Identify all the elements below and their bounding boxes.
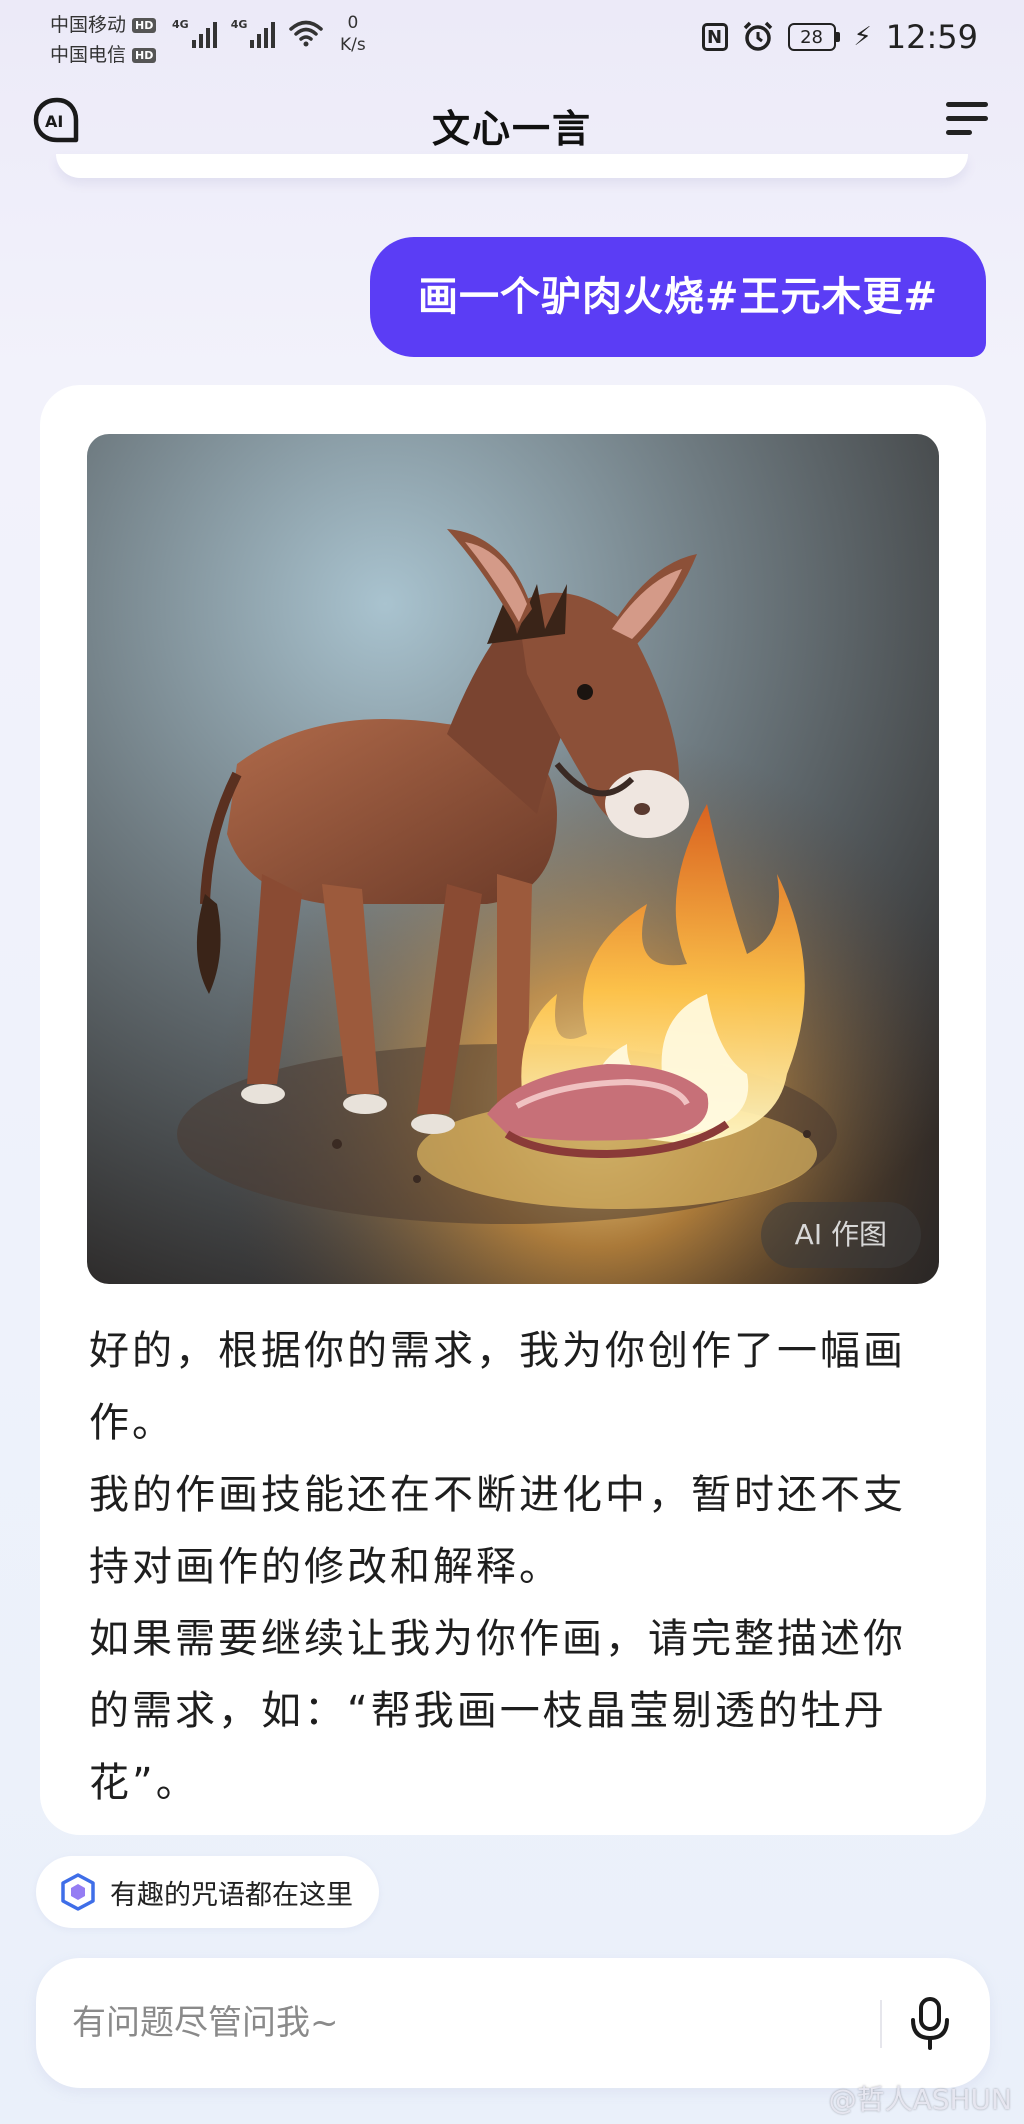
donkey-fire-illustration <box>87 434 939 1284</box>
hd-badge: HD <box>132 17 157 33</box>
signal-indicators: 4G 4G <box>172 18 324 48</box>
microphone-icon[interactable] <box>908 1996 952 2052</box>
reply-paragraph: 我的作画技能还在不断进化中，暂时还不支持对画作的修改和解释。 <box>89 1472 906 1590</box>
cube-icon <box>61 1873 95 1911</box>
alarm-icon <box>743 21 772 51</box>
charging-icon: ⚡ <box>853 22 872 52</box>
previous-card-edge <box>56 154 968 178</box>
status-right: N 28 ⚡ 12:59 <box>701 18 978 56</box>
carrier-info: 中国移动 HD 中国电信 HD <box>50 10 157 70</box>
carrier-1: 中国移动 <box>50 14 127 36</box>
nfc-icon: N <box>701 23 728 51</box>
chat-input-bar <box>36 1958 990 2088</box>
battery-icon: 28 <box>787 23 840 51</box>
signal-icon: 4G <box>231 18 276 48</box>
bot-reply-card: AI 作图 好的，根据你的需求，我为你创作了一幅画作。 我的作画技能还在不断进化… <box>40 385 986 1835</box>
app-header: AI 文心一言 <box>0 90 1024 154</box>
clock: 12:59 <box>885 18 978 56</box>
wifi-icon <box>289 20 324 47</box>
signal-icon: 4G <box>172 18 217 48</box>
reply-paragraph: 如果需要继续让我为你作画，请完整描述你的需求，如：“帮我画一枝晶莹剔透的牡丹花”… <box>89 1616 906 1806</box>
credit-text: @哲人ASHUN <box>828 2083 1012 2116</box>
input-divider <box>880 2000 882 2048</box>
weibo-credit: @哲人ASHUN <box>829 2078 1012 2118</box>
reply-paragraph: 好的，根据你的需求，我为你创作了一幅画作。 <box>89 1328 906 1446</box>
chat-input[interactable] <box>72 1958 872 2088</box>
user-message-bubble: 画一个驴肉火烧#王元木更# <box>369 237 986 357</box>
generated-image[interactable]: AI 作图 <box>87 434 939 1284</box>
page-title: 文心一言 <box>431 107 592 151</box>
chip-label: 有趣的咒语都在这里 <box>110 1879 353 1911</box>
carrier-2: 中国电信 <box>50 44 127 66</box>
network-speed: 0 K/s <box>340 13 366 55</box>
prompt-suggestion-chip[interactable]: 有趣的咒语都在这里 <box>36 1856 379 1928</box>
bot-reply-text: 好的，根据你的需求，我为你创作了一幅画作。 我的作画技能还在不断进化中，暂时还不… <box>89 1315 941 1819</box>
status-bar: 中国移动 HD 中国电信 HD 4G 4G 0 K/s N 28 ⚡ 12:59 <box>0 0 1024 72</box>
hd-badge: HD <box>132 47 157 63</box>
menu-icon[interactable] <box>946 102 990 142</box>
ai-image-badge: AI 作图 <box>760 1202 921 1268</box>
